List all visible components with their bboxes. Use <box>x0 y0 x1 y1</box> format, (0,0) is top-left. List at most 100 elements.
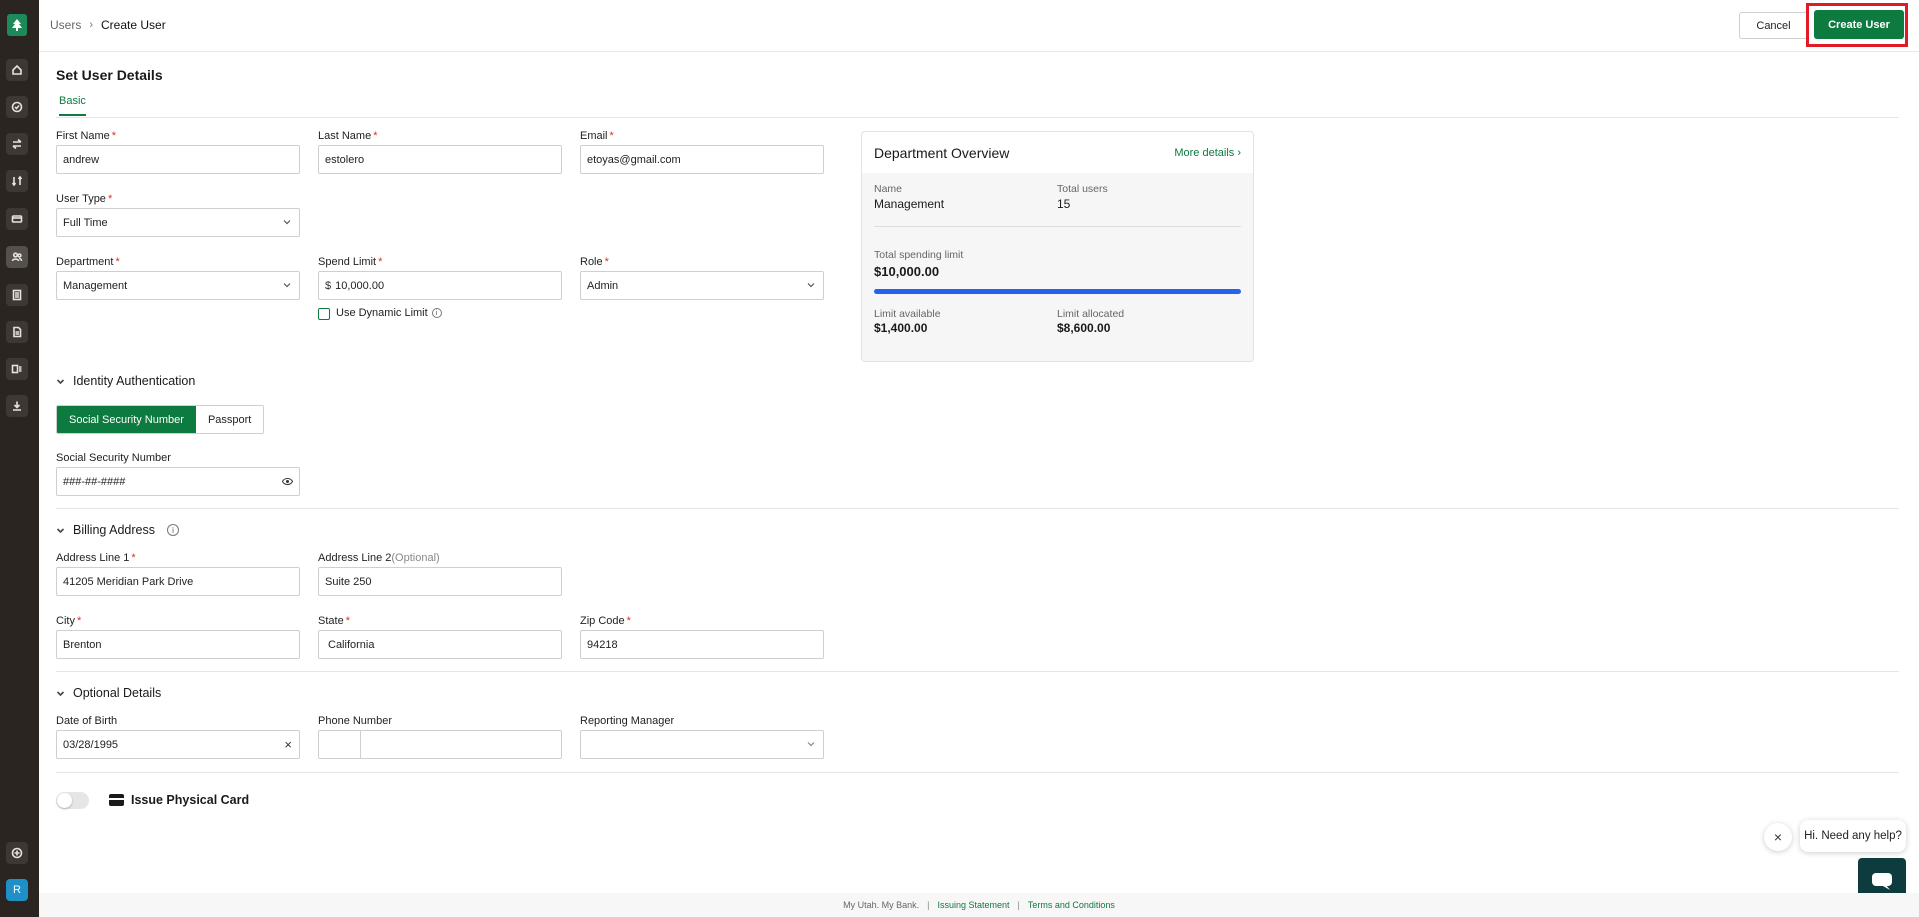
total-users-label: Total users <box>1057 183 1108 195</box>
top-header: Users › Create User <box>39 0 1919 52</box>
address2-field[interactable]: Suite 250 <box>318 567 562 596</box>
chevron-down-icon <box>283 283 291 288</box>
ledger-icon[interactable] <box>6 284 28 306</box>
dob-value: 03/28/1995 <box>63 738 119 751</box>
eye-icon[interactable] <box>282 477 293 486</box>
last-name-field[interactable]: estolero <box>318 145 562 174</box>
manager-select[interactable] <box>580 730 824 759</box>
create-user-button[interactable]: Create User <box>1814 10 1904 39</box>
chat-close-button[interactable]: × <box>1764 823 1792 851</box>
check-circle-icon[interactable] <box>6 96 28 118</box>
total-spending-value: $10,000.00 <box>874 264 940 279</box>
dob-field[interactable]: 03/28/1995 × <box>56 730 300 759</box>
department-label-text: Department <box>56 256 114 268</box>
transfer-icon[interactable] <box>6 133 28 155</box>
email-label: Email * <box>580 130 614 142</box>
info-icon[interactable]: i <box>167 524 179 536</box>
email-field[interactable]: etoyas@gmail.com <box>580 145 824 174</box>
card-body: Name Management Total users 15 Total spe… <box>862 173 1253 361</box>
document-icon[interactable] <box>6 321 28 343</box>
swap-icon[interactable] <box>6 170 28 192</box>
billing-section-title: Billing Address <box>73 523 155 537</box>
dynamic-limit-label: Use Dynamic Limit i <box>336 307 442 319</box>
department-value: Management <box>63 279 128 292</box>
identity-type-segmented: Social Security Number Passport <box>56 405 265 434</box>
spend-limit-label-text: Spend Limit <box>318 256 377 268</box>
phone-field[interactable] <box>318 730 562 759</box>
report-icon[interactable] <box>6 358 28 380</box>
plus-circle-icon[interactable] <box>6 842 28 864</box>
chevron-down-icon <box>807 742 815 747</box>
optional-section-toggle[interactable]: Optional Details <box>56 686 161 700</box>
dynamic-limit-checkbox[interactable] <box>318 308 330 320</box>
spend-limit-label: Spend Limit * <box>318 256 382 268</box>
overview-title: Department Overview <box>874 144 1010 161</box>
department-select[interactable]: Management <box>56 271 300 300</box>
section-divider <box>56 671 1899 672</box>
last-name-label: Last Name * <box>318 130 377 142</box>
email-value: etoyas@gmail.com <box>587 153 681 166</box>
state-label-text: State <box>318 615 344 627</box>
limit-allocated-label: Limit allocated <box>1057 308 1125 320</box>
zip-field[interactable]: 94218 <box>580 630 824 659</box>
first-name-label-text: First Name <box>56 130 110 142</box>
physical-card-toggle[interactable] <box>56 792 89 809</box>
tree-logo-icon[interactable] <box>7 14 27 36</box>
phone-country-code[interactable] <box>319 731 361 758</box>
clear-icon[interactable]: × <box>284 737 292 752</box>
limit-allocated-value: $8,600.00 <box>1057 321 1111 335</box>
identity-section-title: Identity Authentication <box>73 374 196 388</box>
required-mark: * <box>107 193 113 205</box>
section-divider <box>56 508 1899 509</box>
terms-link[interactable]: Terms and Conditions <box>1028 900 1115 910</box>
ssn-option-button[interactable]: Social Security Number <box>57 406 196 433</box>
city-field[interactable]: Brenton <box>56 630 300 659</box>
phone-label: Phone Number <box>318 715 392 727</box>
address2-value: Suite 250 <box>325 575 372 588</box>
address1-label-text: Address Line 1 <box>56 552 130 564</box>
chat-prompt-bubble[interactable]: Hi. Need any help? <box>1800 820 1906 852</box>
name-label: Name <box>874 183 903 195</box>
spend-limit-field[interactable]: $10,000.00 <box>318 271 562 300</box>
breadcrumb-users-link[interactable]: Users <box>50 18 81 32</box>
required-mark: * <box>604 256 609 268</box>
users-icon[interactable] <box>6 246 28 268</box>
card-icon[interactable] <box>6 208 28 230</box>
issuing-statement-link[interactable]: Issuing Statement <box>937 900 1009 910</box>
issue-physical-card-label: Issue Physical Card <box>131 793 250 807</box>
info-icon[interactable]: i <box>431 308 442 319</box>
address1-field[interactable]: 41205 Meridian Park Drive <box>56 567 300 596</box>
cancel-button[interactable]: Cancel <box>1739 12 1808 39</box>
state-value: California <box>328 638 375 651</box>
user-type-select[interactable]: Full Time <box>56 208 300 237</box>
ssn-field[interactable]: ###-##-#### <box>56 467 300 496</box>
chevron-down-icon <box>807 283 815 288</box>
billing-section-toggle[interactable]: Billing Address i <box>56 523 179 537</box>
passport-option-button[interactable]: Passport <box>195 406 264 433</box>
zip-label: Zip Code * <box>580 615 631 627</box>
state-label: State * <box>318 615 350 627</box>
dynamic-limit-label-text: Use Dynamic Limit <box>336 307 428 319</box>
home-icon[interactable] <box>6 59 28 81</box>
first-name-field[interactable]: andrew <box>56 145 300 174</box>
section-divider <box>56 772 1899 773</box>
total-spending-label: Total spending limit <box>874 249 964 261</box>
credit-card-icon <box>109 794 124 806</box>
identity-section-toggle[interactable]: Identity Authentication <box>56 374 195 388</box>
city-label: City * <box>56 615 81 627</box>
limit-progress-bar <box>874 289 1241 294</box>
tab-basic[interactable]: Basic <box>59 95 86 116</box>
avatar[interactable]: R <box>6 879 28 901</box>
breadcrumb: Users › Create User <box>50 18 166 32</box>
city-value: Brenton <box>63 638 102 651</box>
download-icon[interactable] <box>6 395 28 417</box>
manager-label: Reporting Manager <box>580 715 675 727</box>
chat-icon <box>1872 873 1892 890</box>
more-details-link[interactable]: More details › <box>1174 147 1241 159</box>
breadcrumb-current: Create User <box>101 18 166 32</box>
role-select[interactable]: Admin <box>580 271 824 300</box>
role-value: Admin <box>587 279 619 292</box>
footer-separator: | <box>927 900 930 910</box>
state-field[interactable]: California <box>318 630 562 659</box>
currency-symbol: $ <box>325 279 332 292</box>
